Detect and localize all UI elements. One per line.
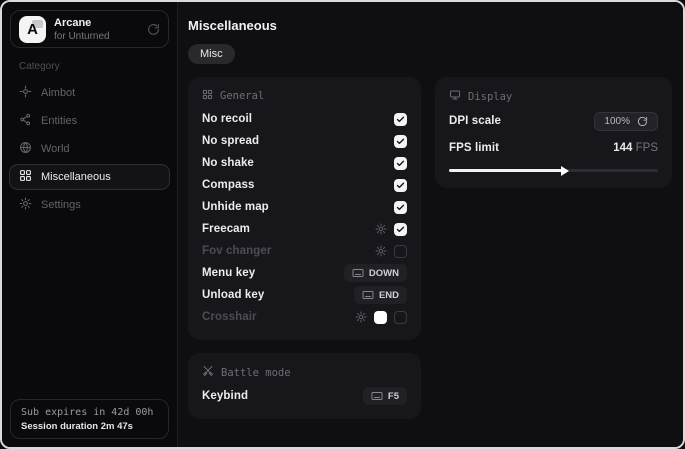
- tab-misc[interactable]: Misc: [188, 44, 235, 64]
- section-title: Display: [468, 91, 512, 103]
- sidebar-item-label: Entities: [41, 115, 77, 127]
- slider-fill: [449, 169, 564, 172]
- setting-row: Keybind F5: [202, 385, 407, 407]
- check-icon: [396, 225, 405, 234]
- sidebar-item-label: World: [41, 143, 70, 155]
- general-section-icon: [202, 89, 213, 103]
- setting-row: Freecam: [202, 218, 407, 240]
- checkbox-no-shake[interactable]: [394, 157, 407, 170]
- check-icon: [396, 159, 405, 168]
- setting-row: Unhide map: [202, 196, 407, 218]
- section-title: General: [220, 90, 264, 102]
- checkbox-compass[interactable]: [394, 179, 407, 192]
- crosshair-icon: [19, 85, 32, 101]
- category-label: Category: [19, 61, 177, 72]
- session-duration-text: Session duration 2m 47s: [21, 421, 158, 432]
- subscription-status-card: Sub expires in 42d 00h Session duration …: [10, 399, 169, 439]
- monitor-icon: [449, 89, 461, 104]
- globe-icon: [19, 141, 32, 157]
- sidebar-item-label: Aimbot: [41, 87, 75, 99]
- app-subtitle: for Unturned: [54, 31, 110, 42]
- app-name: Arcane: [54, 17, 110, 29]
- setting-row: Crosshair: [202, 306, 407, 328]
- sidebar-nav: Aimbot Entities World Miscellaneous: [2, 80, 177, 218]
- refresh-icon: [637, 116, 648, 127]
- section-title: Battle mode: [221, 367, 291, 379]
- setting-row: No spread: [202, 130, 407, 152]
- check-icon: [396, 203, 405, 212]
- fov-settings-gear-icon[interactable]: [375, 245, 387, 257]
- sidebar-item-aimbot[interactable]: Aimbot: [9, 80, 170, 106]
- freecam-settings-gear-icon[interactable]: [375, 223, 387, 235]
- checkbox-no-recoil[interactable]: [394, 113, 407, 126]
- fps-limit-value: 144 FPS: [613, 142, 658, 154]
- setting-row: No shake: [202, 152, 407, 174]
- sidebar-item-settings[interactable]: Settings: [9, 192, 170, 218]
- general-card: General No recoil No spread: [188, 77, 421, 340]
- slider-thumb[interactable]: [561, 166, 569, 176]
- setting-row: No recoil: [202, 108, 407, 130]
- sidebar-item-label: Settings: [41, 199, 81, 211]
- battle-keybind-button[interactable]: F5: [363, 387, 407, 405]
- gear-icon: [19, 197, 32, 213]
- checkbox-fov-changer[interactable]: [394, 245, 407, 258]
- app-window: A Arcane for Unturned Category Aimbot: [0, 0, 685, 449]
- app-logo: A: [19, 16, 46, 43]
- main-panel: Miscellaneous Misc General No recoil: [178, 2, 685, 447]
- crosshair-color-swatch[interactable]: [374, 311, 387, 324]
- sidebar-item-world[interactable]: World: [9, 136, 170, 162]
- checkbox-no-spread[interactable]: [394, 135, 407, 148]
- sidebar-item-label: Miscellaneous: [41, 171, 111, 183]
- setting-row: FPS limit 144 FPS: [449, 136, 658, 160]
- entities-icon: [19, 113, 32, 129]
- crosshair-settings-gear-icon[interactable]: [355, 311, 367, 323]
- checkbox-freecam[interactable]: [394, 223, 407, 236]
- check-icon: [396, 181, 405, 190]
- swords-icon: [202, 365, 214, 380]
- sub-expiry-text: Sub expires in 42d 00h: [21, 407, 158, 418]
- check-icon: [396, 137, 405, 146]
- sidebar-item-miscellaneous[interactable]: Miscellaneous: [9, 164, 170, 190]
- keyboard-icon: [362, 289, 374, 301]
- setting-row: Menu key DOWN: [202, 262, 407, 284]
- checkbox-crosshair[interactable]: [394, 311, 407, 324]
- battle-mode-card: Battle mode Keybind F5: [188, 353, 421, 419]
- checkbox-unhide-map[interactable]: [394, 201, 407, 214]
- keyboard-icon: [352, 267, 364, 279]
- fps-limit-slider[interactable]: [449, 169, 658, 172]
- keyboard-icon: [371, 390, 383, 402]
- setting-row: Unload key END: [202, 284, 407, 306]
- page-title: Miscellaneous: [188, 18, 672, 33]
- dpi-scale-badge[interactable]: 100%: [594, 112, 658, 131]
- unload-key-bind-button[interactable]: END: [354, 286, 407, 304]
- setting-row: DPI scale 100%: [449, 109, 658, 133]
- app-header-card: A Arcane for Unturned: [10, 10, 169, 48]
- sync-icon[interactable]: [147, 23, 160, 36]
- logo-letter: A: [27, 22, 38, 37]
- check-icon: [396, 115, 405, 124]
- sidebar-item-entities[interactable]: Entities: [9, 108, 170, 134]
- setting-row: Compass: [202, 174, 407, 196]
- sidebar: A Arcane for Unturned Category Aimbot: [2, 2, 178, 447]
- grid-icon: [19, 169, 32, 185]
- setting-row: Fov changer: [202, 240, 407, 262]
- menu-key-bind-button[interactable]: DOWN: [344, 264, 407, 282]
- display-card: Display DPI scale 100% FPS limit 144 FPS: [435, 77, 672, 188]
